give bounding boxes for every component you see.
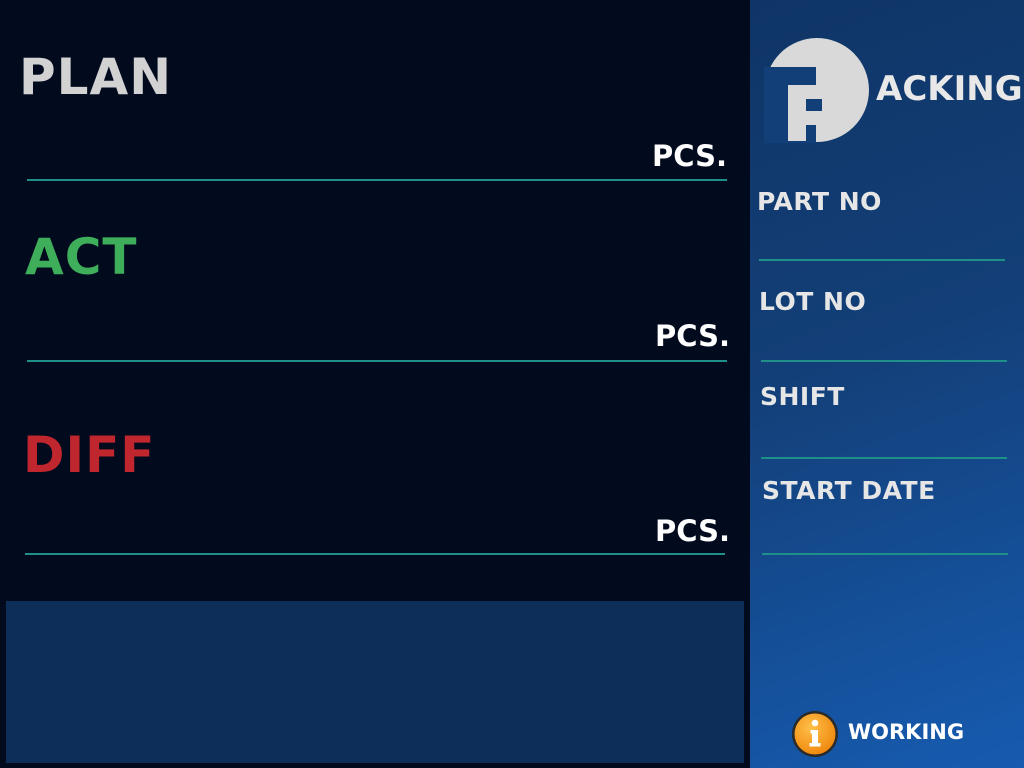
info-sidebar: ACKING PART NO LOT NO SHIFT START DATE W…: [750, 0, 1024, 768]
message-text: [6, 601, 744, 625]
plan-unit: PCS.: [652, 139, 727, 173]
status-text: WORKING: [848, 720, 965, 744]
plan-divider: [27, 179, 727, 181]
act-label: ACT: [25, 228, 138, 286]
message-panel: [6, 601, 744, 763]
diff-label: DIFF: [23, 426, 156, 484]
diff-divider: [25, 553, 725, 555]
part-no-divider: [759, 259, 1005, 261]
packing-logo-icon: [764, 38, 869, 143]
diff-unit: PCS.: [655, 514, 730, 548]
shift-label: SHIFT: [760, 382, 845, 411]
brand-text: ACKING: [876, 69, 1023, 109]
part-no-label: PART NO: [757, 187, 882, 216]
start-date-divider: [762, 553, 1008, 555]
plan-label: PLAN: [19, 48, 173, 106]
shift-divider: [761, 457, 1007, 459]
act-unit: PCS.: [655, 319, 730, 353]
act-divider: [27, 360, 727, 362]
main-panel: PLAN PCS. ACT PCS. DIFF PCS.: [0, 0, 750, 768]
lot-no-label: LOT NO: [759, 287, 867, 316]
lot-no-divider: [761, 360, 1007, 362]
start-date-label: START DATE: [762, 476, 936, 505]
info-icon: [792, 711, 838, 757]
